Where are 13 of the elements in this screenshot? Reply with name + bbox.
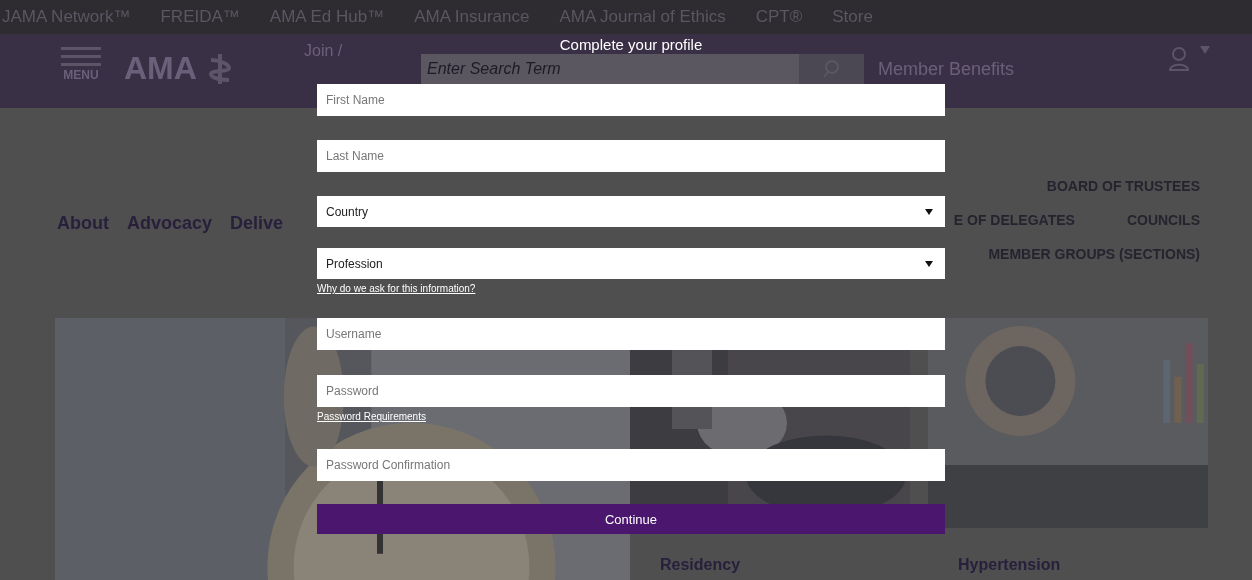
search-field[interactable]: Enter Search Term xyxy=(421,54,799,84)
caret-icon xyxy=(925,208,933,215)
input-field[interactable]: Last Name xyxy=(317,140,945,172)
search-button[interactable] xyxy=(799,54,864,84)
select-field[interactable]: Profession xyxy=(317,248,945,279)
help-link[interactable]: Why do we ask for this information? xyxy=(317,283,476,294)
select-field[interactable]: Country xyxy=(317,196,945,227)
caret-icon xyxy=(925,260,933,267)
input-field[interactable]: First Name xyxy=(317,84,945,116)
menu-icon xyxy=(61,46,101,68)
caret-icon[interactable] xyxy=(1200,46,1210,54)
user-icon[interactable] xyxy=(1168,46,1190,72)
modal-title: Complete your profile xyxy=(559,36,703,53)
